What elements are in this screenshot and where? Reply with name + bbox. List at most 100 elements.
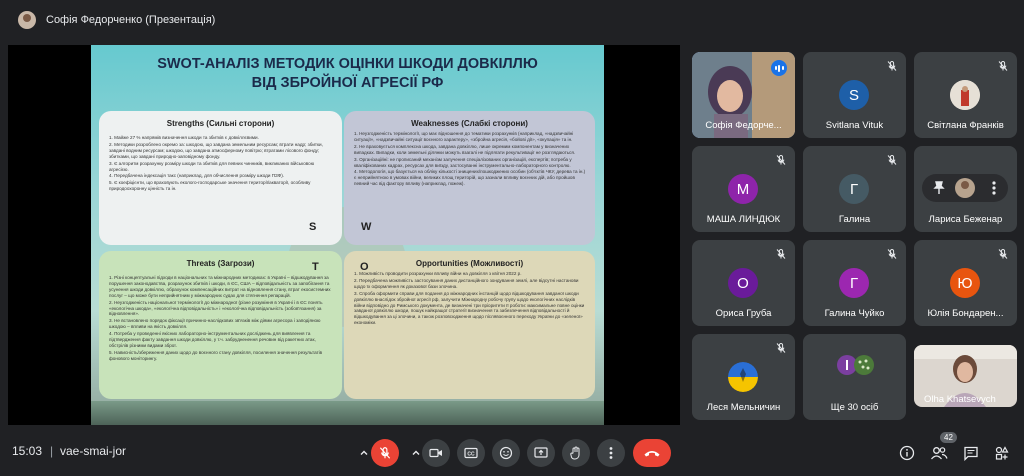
list-item: 5. Нависність/збереження даних щодо до в… [109,349,323,361]
chat-button[interactable] [960,442,982,464]
list-item: 2. Неузгодженість національної терміноло… [109,299,323,317]
weaknesses-box: Weaknesses (Слабкі сторони) 1. Неузгодже… [344,111,595,245]
mic-off-icon [887,154,897,165]
participant-name: Галина Чуйко [824,308,885,319]
mic-off-icon [998,248,1008,259]
presentation-stage[interactable]: SWOT-АНАЛІЗ МЕТОДИК ОЦІНКИ ШКОДИ ДОВКІЛЛ… [8,45,680,425]
more-participants-tile[interactable]: Ще 30 осіб [803,334,906,420]
speaking-indicator-icon [771,60,787,76]
strengths-list: 1. Майже 27 % напрямів визначення шкоди … [109,135,334,193]
activities-button[interactable] [991,442,1013,464]
participant-tile[interactable]: Лариса Беженар [914,146,1017,232]
list-item: 1. Неузгодженість термінології, що має в… [354,131,574,142]
list-item: 3. Організаційні: не прописаний механізм… [354,156,572,168]
participant-name: Галина [838,214,871,225]
chevron-up-icon [412,450,420,455]
avatar: Г [839,268,869,298]
avatar [950,80,980,110]
participant-tile[interactable]: Софія Федорче... [692,52,795,138]
captions-button[interactable]: CC [457,439,485,467]
list-item: 1. Різні концептуальні підходи в націона… [109,275,331,298]
grouped-avatars-icon [837,355,874,375]
participant-tile[interactable]: Леся Мельничин [692,334,795,420]
end-call-icon [644,451,660,457]
threats-list: 1. Різні концептуальні підходи в націона… [109,275,334,363]
emoji-icon [499,446,513,460]
opportunities-box: Opportunities (Можливості) 1. Можливість… [344,251,595,399]
leave-call-button[interactable] [633,439,671,467]
participant-name: Svitlana Vituk [825,120,884,131]
list-item: 5. Є коефіцієнти, що враховують еколого-… [109,180,311,192]
list-item: 2. Методики розроблено окремо за: шкодою… [109,141,323,159]
list-item: 1. Можливість проводити розрахунки вплив… [354,271,522,276]
slide-footer-band [91,401,604,425]
meeting-details-button[interactable] [896,442,918,464]
closed-captions-icon: CC [464,447,478,459]
mic-off-icon [379,447,391,459]
raise-hand-button[interactable] [562,439,590,467]
list-item: 3. Спроба оформити справи для подання до… [354,290,585,326]
list-item: 1. Майже 27 % напрямів визначення шкоди … [109,135,259,140]
participant-tile[interactable]: Olha Khatsevych [914,345,1017,407]
svg-text:CC: CC [467,451,475,457]
participant-tile[interactable]: О Ориса Груба [692,240,795,326]
list-item: 4. Передбачена індексація такс (наприкла… [109,173,285,179]
separator: | [50,444,54,458]
mic-toggle-button[interactable] [371,439,399,467]
participant-tile[interactable]: Г Галина [803,146,906,232]
slide: SWOT-АНАЛІЗ МЕТОДИК ОЦІНКИ ШКОДИ ДОВКІЛЛ… [91,45,604,425]
mic-off-icon [776,248,786,259]
activities-icon [995,446,1009,460]
opportunities-list: 1. Можливість проводити розрахунки вплив… [354,271,587,327]
participant-count-badge: 42 [940,432,957,443]
participant-tile[interactable]: M МАША ЛИНДЮК [692,146,795,232]
participant-name: Леся Мельничин [706,402,781,413]
raise-hand-icon [570,446,580,460]
bottom-toolbar: 15:03 | vae-smai-jor CC 42 [0,432,1024,476]
people-icon [931,447,948,460]
mic-off-icon [887,60,897,71]
top-bar: Софія Федорченко (Презентація) [0,0,1024,40]
presenter-avatar [18,11,36,29]
participant-tile[interactable]: S Svitlana Vituk [803,52,906,138]
participant-tile[interactable]: Світлана Франків [914,52,1017,138]
list-item: 3. Не встановлено порядок фіксації причи… [109,318,321,330]
participant-name: Світлана Франків [927,120,1004,131]
participant-name: Ориса Груба [715,308,772,319]
swot-letter-o: O [360,261,369,273]
more-vertical-icon [609,447,613,459]
slide-title: SWOT-АНАЛІЗ МЕТОДИК ОЦІНКИ ШКОДИ ДОВКІЛЛ… [91,55,604,93]
avatar: Ю [950,268,980,298]
strengths-box: Strengths (Сильні сторони) 1. Майже 27 %… [99,111,342,245]
participant-name: Юлія Бондарен... [927,308,1004,319]
present-screen-button[interactable] [527,439,555,467]
camera-toggle-button[interactable] [422,439,450,467]
opportunities-heading: Opportunities (Можливості) [415,259,524,268]
list-item: 2. Передбачена можливість застосування д… [354,277,579,289]
participant-tile[interactable]: Ю Юлія Бондарен... [914,240,1017,326]
avatar: О [728,268,758,298]
avatar [728,362,758,392]
presenter-title: Софія Федорченко (Презентація) [46,14,216,26]
weaknesses-list: 1. Неузгодженість термінології, що має в… [354,131,587,188]
slide-title-line1: SWOT-АНАЛІЗ МЕТОДИК ОЦІНКИ ШКОДИ ДОВКІЛЛ… [157,56,538,72]
avatar: S [839,80,869,110]
weaknesses-heading: Weaknesses (Слабкі сторони) [411,119,528,128]
meeting-code: vae-smai-jor [60,444,127,458]
list-item: 4. Методологія, що базується на обліку к… [354,169,586,187]
participant-name: Лариса Беженар [928,214,1003,225]
more-options-button[interactable] [597,439,625,467]
mic-off-icon [887,248,897,259]
present-screen-icon [534,447,548,458]
strengths-heading: Strengths (Сильні сторони) [166,119,275,128]
slide-title-line2: ВІД ЗБРОЙНОЇ АГРЕСІЇ РФ [251,75,444,91]
swot-letter-w: W [361,221,372,233]
chat-icon [964,446,978,461]
participant-tile[interactable]: Г Галина Чуйко [803,240,906,326]
threats-heading: Threats (Загрози) [186,259,255,268]
video-camera-icon [429,448,442,458]
list-item: 4. Потреба у проведенні якісних лаборато… [109,331,316,348]
reactions-button[interactable] [492,439,520,467]
people-button[interactable] [928,442,950,464]
avatar: Г [839,174,869,204]
